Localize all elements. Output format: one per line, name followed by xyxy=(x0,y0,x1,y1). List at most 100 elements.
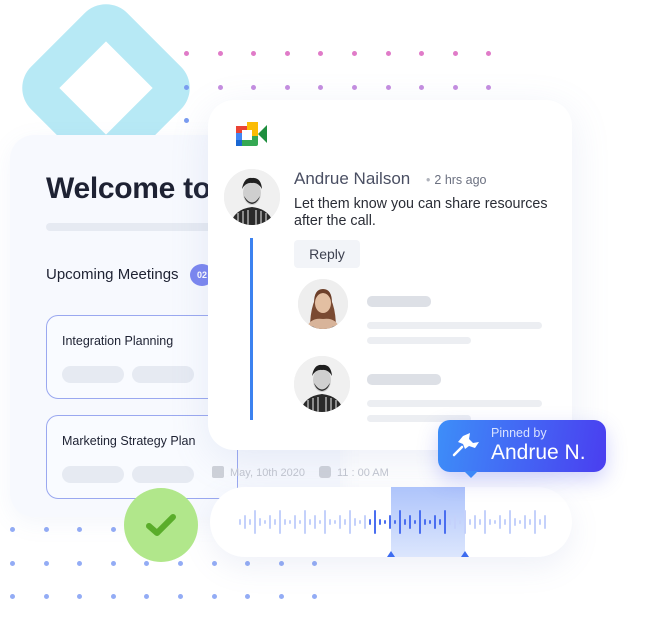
check-icon xyxy=(146,514,176,536)
decorative-dot xyxy=(178,594,183,600)
reply-text-placeholder xyxy=(367,400,542,407)
decorative-dot xyxy=(184,118,189,124)
waveform-bar xyxy=(339,515,341,529)
waveform-bar xyxy=(484,510,486,534)
reply-avatar-man[interactable] xyxy=(294,356,350,412)
comment-message: Let them know you can share resources af… xyxy=(294,196,548,229)
waveform-bar xyxy=(479,519,481,525)
decorative-dot xyxy=(352,51,357,56)
decorative-dot xyxy=(43,560,49,566)
waveform-bar xyxy=(459,520,461,524)
decorative-dot xyxy=(385,51,391,56)
waveform-bar xyxy=(309,519,311,525)
waveform-bar xyxy=(294,515,296,529)
waveform-bar xyxy=(404,519,406,525)
decorative-dot xyxy=(77,594,83,600)
waveform-bar xyxy=(464,510,466,534)
waveform-bar xyxy=(449,519,451,525)
decorative-dot xyxy=(312,560,318,566)
decorative-dot xyxy=(284,51,290,56)
waveform-bar xyxy=(344,519,346,525)
meeting-time: 11 : 00 AM xyxy=(319,466,389,479)
decorative-dot xyxy=(110,594,116,600)
meeting-title: Integration Planning xyxy=(62,334,174,348)
waveform-bar xyxy=(504,519,506,525)
calendar-icon xyxy=(212,466,224,478)
waveform-bar xyxy=(444,510,446,534)
welcome-title: Welcome to xyxy=(46,172,211,205)
success-status xyxy=(124,488,198,562)
google-meet-icon xyxy=(236,121,268,152)
waveform-bar xyxy=(439,519,441,525)
meeting-date: May, 10th 2020 xyxy=(212,466,305,479)
waveform-bar xyxy=(524,515,526,529)
waveform-bar xyxy=(534,510,536,534)
decorative-dot xyxy=(184,51,189,56)
reply-text-placeholder xyxy=(367,337,471,344)
waveform-bar xyxy=(284,519,286,525)
waveform-bar xyxy=(394,520,396,524)
waveform-bar xyxy=(259,518,261,526)
decorative-dot xyxy=(10,594,15,600)
decorative-dot xyxy=(217,84,223,90)
waveform-bar xyxy=(539,519,541,525)
decorative-dot xyxy=(217,51,223,56)
waveform-bar xyxy=(424,519,426,525)
comment-author-name[interactable]: Andrue Nailson xyxy=(294,169,410,189)
waveform-bar xyxy=(519,520,521,524)
pinned-by-badge: Pinned by Andrue N. xyxy=(438,420,606,478)
upcoming-meetings-heading: Upcoming Meetings xyxy=(46,266,179,283)
decorative-dot xyxy=(452,84,458,90)
waveform-bar xyxy=(544,515,546,529)
decorative-dot xyxy=(318,84,324,90)
decorative-dot xyxy=(10,527,15,532)
decorative-dot xyxy=(77,560,83,566)
reply-name-placeholder xyxy=(367,374,441,385)
waveform-bar xyxy=(364,515,366,529)
decorative-dot xyxy=(77,527,83,532)
decorative-dot xyxy=(419,84,425,90)
meeting-tag-placeholder xyxy=(62,466,124,483)
waveform-bars xyxy=(239,510,546,534)
waveform-bar xyxy=(244,515,246,529)
decorative-dot xyxy=(245,594,251,600)
waveform-bar xyxy=(254,510,256,534)
waveform-bar xyxy=(319,520,321,524)
selection-end-handle[interactable] xyxy=(461,551,469,557)
meeting-tag-placeholder xyxy=(62,366,124,383)
waveform-bar xyxy=(384,520,386,524)
decorative-dot xyxy=(312,594,318,600)
author-avatar[interactable] xyxy=(224,169,280,225)
selection-start-handle[interactable] xyxy=(387,551,395,557)
waveform-bar xyxy=(349,510,351,534)
waveform-bar xyxy=(474,515,476,529)
decorative-dot xyxy=(385,84,391,90)
waveform-bar xyxy=(249,519,251,525)
waveform-bar xyxy=(454,515,456,529)
waveform-bar xyxy=(499,515,501,529)
comment-timestamp: • 2 hrs ago xyxy=(426,173,487,187)
waveform-bar xyxy=(359,520,361,524)
meeting-date-text: May, 10th 2020 xyxy=(230,467,306,479)
waveform-bar xyxy=(369,519,371,525)
comment-time-ago: 2 hrs ago xyxy=(434,173,487,187)
waveform-bar xyxy=(494,520,496,524)
decorative-dot xyxy=(43,527,49,532)
waveform-bar xyxy=(279,510,281,534)
clock-icon xyxy=(319,466,331,478)
waveform-bar xyxy=(324,510,326,534)
waveform-bar xyxy=(379,519,381,525)
meeting-title: Marketing Strategy Plan xyxy=(62,434,196,448)
pin-icon xyxy=(452,433,479,457)
decorative-dot xyxy=(486,84,492,90)
decorative-dot xyxy=(452,51,458,56)
decorative-dot xyxy=(284,84,290,90)
reply-button[interactable]: Reply xyxy=(294,240,360,268)
decorative-dot xyxy=(318,51,324,56)
thread-line xyxy=(250,238,253,420)
waveform-bar xyxy=(269,515,271,529)
waveform-bar xyxy=(304,510,306,534)
reply-avatar-woman[interactable] xyxy=(298,279,348,329)
waveform-bar xyxy=(354,518,356,526)
waveform-bar xyxy=(434,515,436,529)
